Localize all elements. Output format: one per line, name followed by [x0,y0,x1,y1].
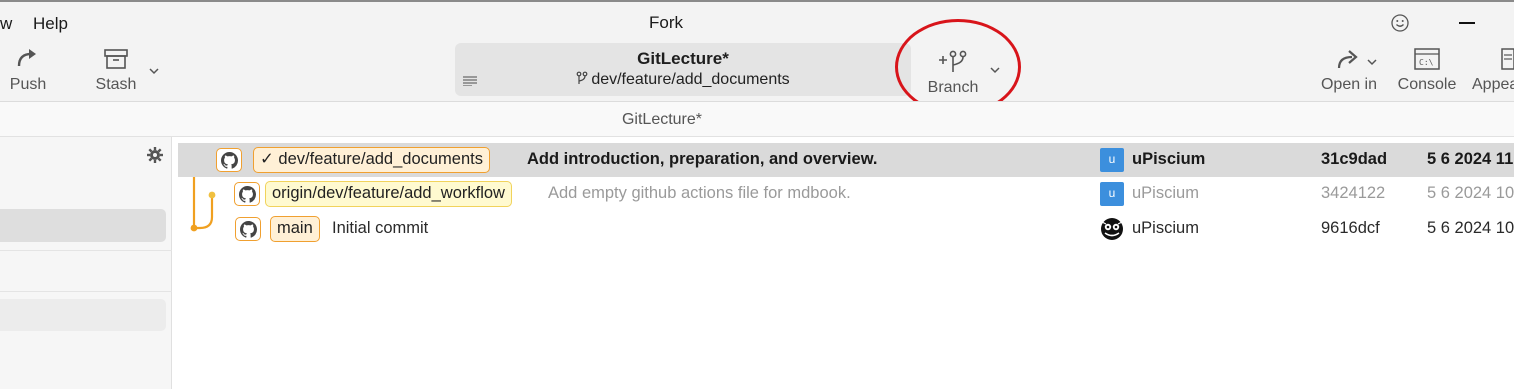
github-icon [221,152,238,169]
open-in-dropdown-chevron-icon[interactable] [1366,58,1378,66]
avatar [1099,216,1125,242]
window-title: Fork [649,13,683,32]
commit-hash: 9616dcf [1321,219,1380,237]
github-icon [240,221,257,238]
commit-author: uPiscium [1132,219,1199,237]
tab-bar: GitLecture* [0,101,1514,137]
stash-icon [104,49,128,69]
svg-text:C:\: C:\ [1419,58,1434,67]
sidebar-item-selected[interactable] [0,209,166,242]
commit-date: 5 6 2024 10 [1427,219,1514,237]
commit-author: uPiscium [1132,150,1206,168]
console-icon: C:\ [1414,48,1440,70]
appearance-label: Appea [1472,76,1514,93]
checkout-check: ✓ [260,150,274,168]
title-and-toolbar: w Help Fork Push Stash GitLecture* dev/f… [0,2,1514,101]
push-button[interactable]: Push [6,46,50,98]
tab-title[interactable]: GitLecture* [0,111,1324,129]
stash-dropdown-chevron-icon[interactable] [148,67,160,75]
github-icon [239,186,256,203]
stash-button[interactable]: Stash [92,46,140,98]
open-in-icon [1337,50,1358,69]
commit-row[interactable]: main Initial commit uPiscium 9616dcf 5 6… [178,212,1514,246]
remote-branch-ref-tag[interactable]: origin/dev/feature/add_workflow [265,181,512,207]
commit-author: uPiscium [1132,184,1199,202]
current-branch-label: dev/feature/add_documents [591,71,790,88]
sidebar-item[interactable] [0,299,166,331]
branch-ref-tag[interactable]: ✓ dev/feature/add_documents [253,147,490,173]
commit-message: Add empty github actions file for mdbook… [548,184,851,202]
push-label: Push [9,76,47,93]
branch-ref-label: dev/feature/add_documents [278,150,483,168]
console-label: Console [1397,76,1457,93]
stash-label: Stash [95,76,137,93]
commit-row[interactable]: origin/dev/feature/add_workflow Add empt… [178,177,1514,211]
github-icon-badge [216,148,242,172]
repository-name: GitLecture* [637,49,729,68]
console-button[interactable]: C:\ Console [1396,46,1458,98]
github-icon-badge [234,182,260,206]
commit-hash: 3424122 [1321,184,1386,202]
smiley-icon[interactable] [1390,13,1410,33]
open-in-label: Open in [1320,76,1378,93]
commit-date: 5 6 2024 10 [1427,184,1514,202]
sidebar [0,137,172,389]
commit-message: Add introduction, preparation, and overv… [527,150,878,168]
sidebar-divider [0,250,172,251]
github-icon-badge [235,217,261,241]
commit-date: 5 6 2024 11 [1427,150,1514,168]
repository-selector[interactable]: GitLecture* dev/feature/add_documents [455,43,911,96]
branch-small-icon [576,71,588,84]
open-in-button[interactable]: Open in [1318,46,1380,98]
commit-hash: 31c9dad [1321,150,1388,168]
avatar: u [1100,182,1124,206]
avatar: u [1100,148,1124,172]
current-branch: dev/feature/add_documents [455,71,911,89]
gear-icon[interactable] [146,146,164,164]
commit-message: Initial commit [332,219,429,237]
branch-ref-tag[interactable]: main [270,216,320,242]
appearance-button[interactable]: Appea [1472,46,1514,98]
commit-row[interactable]: ✓ dev/feature/add_documents Add introduc… [178,143,1514,177]
appearance-icon [1501,48,1514,70]
push-icon [17,49,36,67]
commit-graph: ✓ dev/feature/add_documents Add introduc… [178,137,1514,389]
minimize-button[interactable] [1459,22,1475,24]
sidebar-divider [0,291,172,292]
